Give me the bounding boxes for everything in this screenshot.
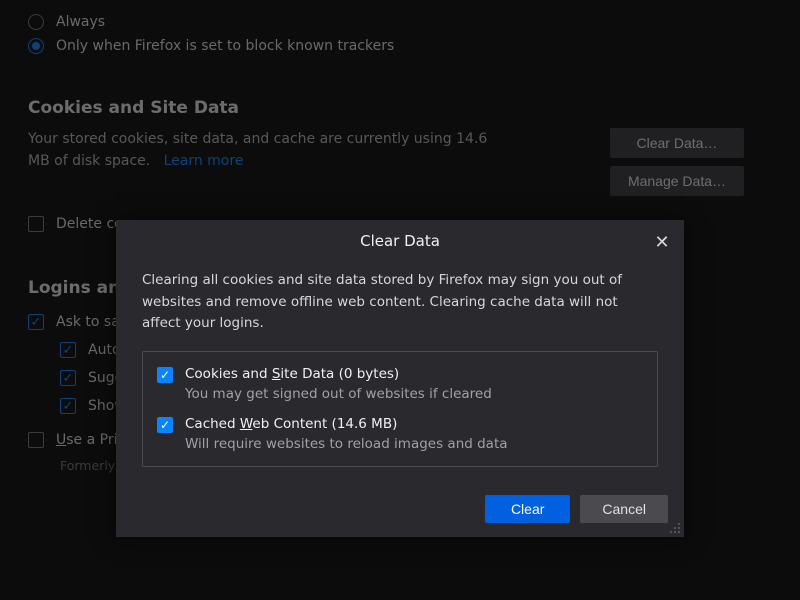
modal-overlay: Clear Data ✕ Clearing all cookies and si… — [0, 0, 800, 600]
close-icon[interactable]: ✕ — [648, 228, 676, 256]
opt-cache-row[interactable]: Cached Web Content (14.6 MB) Will requir… — [157, 416, 643, 452]
dialog-options: Cookies and Site Data (0 bytes) You may … — [142, 351, 658, 467]
clear-data-dialog: Clear Data ✕ Clearing all cookies and si… — [116, 220, 684, 537]
opt-cookies-checkbox[interactable] — [157, 367, 173, 383]
dialog-description: Clearing all cookies and site data store… — [142, 270, 658, 335]
clear-button[interactable]: Clear — [485, 495, 570, 523]
opt-cache-sub: Will require websites to reload images a… — [185, 436, 508, 452]
cancel-button[interactable]: Cancel — [580, 495, 668, 523]
opt-cookies-row[interactable]: Cookies and Site Data (0 bytes) You may … — [157, 366, 643, 402]
opt-cache-label: Cached Web Content (14.6 MB) — [185, 416, 508, 432]
resize-grip-icon[interactable] — [669, 522, 681, 534]
dialog-title: Clear Data — [116, 220, 684, 262]
opt-cookies-sub: You may get signed out of websites if cl… — [185, 386, 492, 402]
opt-cache-checkbox[interactable] — [157, 417, 173, 433]
opt-cookies-label: Cookies and Site Data (0 bytes) — [185, 366, 492, 382]
